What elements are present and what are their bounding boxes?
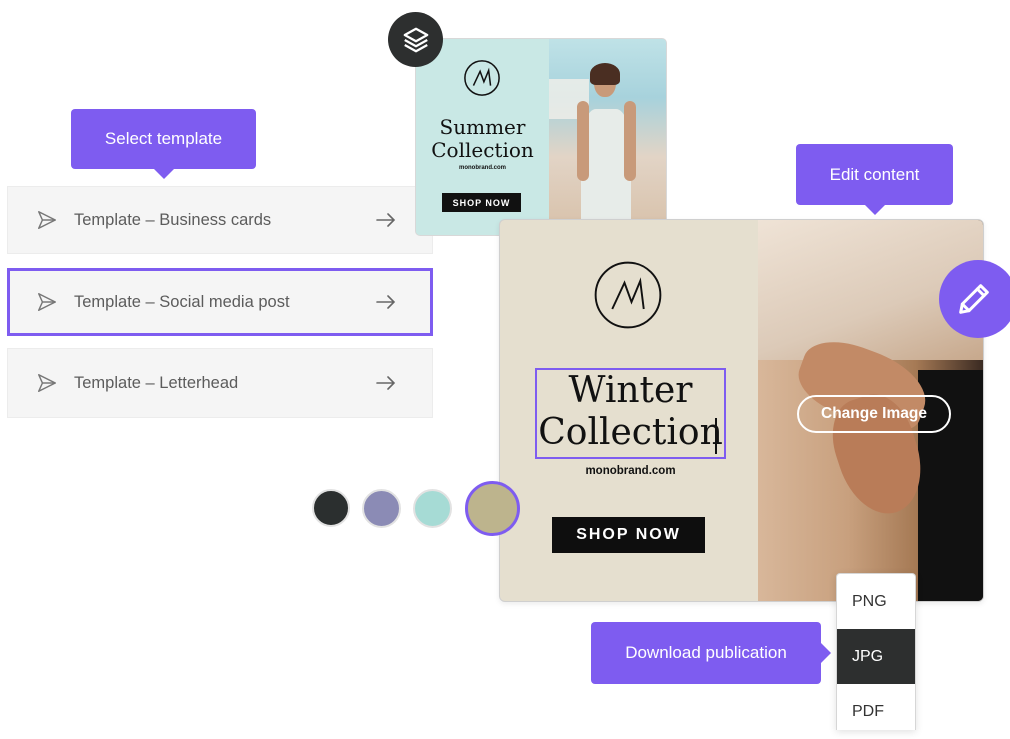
summer-title-line2: Collection <box>431 138 534 162</box>
select-template-text: Select template <box>104 129 223 148</box>
download-publication-text: Download publication <box>625 643 787 662</box>
summer-model-photo <box>549 39 666 235</box>
winter-title-line2: Collection <box>538 412 723 453</box>
summer-shop-now-button[interactable]: SHOP NOW <box>442 193 521 212</box>
color-swatch-mint[interactable] <box>413 489 452 528</box>
download-format-menu: PNG JPG PDF <box>836 573 916 730</box>
send-icon <box>38 374 56 392</box>
summer-title-line1: Summer <box>439 115 526 139</box>
color-swatch-charcoal[interactable] <box>312 489 350 527</box>
arrow-right-icon <box>376 213 396 227</box>
summer-collection-card[interactable]: Summer Collection monobrand.com SHOP NOW <box>415 38 667 236</box>
edit-badge[interactable] <box>939 260 1010 338</box>
brand-logo-icon <box>594 261 662 329</box>
winter-collection-card[interactable]: Winter Collection monobrand.com SHOP NOW… <box>499 219 984 602</box>
layers-icon <box>403 27 428 52</box>
color-swatch-sand[interactable] <box>465 481 520 536</box>
color-swatch-lavender[interactable] <box>362 489 401 528</box>
template-item-social-media-post[interactable]: Template – Social media post <box>7 268 433 336</box>
arrow-right-icon <box>376 376 396 390</box>
winter-title-line1: Winter <box>568 370 693 411</box>
change-image-button[interactable]: Change Image <box>797 395 951 433</box>
summer-card-text-panel: Summer Collection monobrand.com SHOP NOW <box>416 39 549 235</box>
summer-domain: monobrand.com <box>458 165 506 171</box>
send-icon <box>38 293 56 311</box>
brand-logo-icon <box>464 60 500 96</box>
winter-domain: monobrand.com <box>585 465 676 477</box>
template-item-business-cards[interactable]: Template – Business cards <box>7 186 433 254</box>
template-label: Template – Social media post <box>74 292 290 311</box>
format-option-jpg[interactable]: JPG <box>837 629 915 684</box>
template-label: Template – Business cards <box>74 210 272 229</box>
pencil-icon <box>959 284 989 314</box>
edit-content-tooltip: Edit content <box>796 144 953 215</box>
text-cursor <box>715 418 717 454</box>
download-publication-tooltip: Download publication <box>591 622 831 684</box>
select-template-tooltip: Select template <box>71 109 256 179</box>
layers-badge[interactable] <box>388 12 443 67</box>
send-icon <box>38 211 56 229</box>
template-item-letterhead[interactable]: Template – Letterhead <box>7 348 433 418</box>
template-label: Template – Letterhead <box>74 373 239 392</box>
format-option-pdf[interactable]: PDF <box>837 684 915 739</box>
winter-shop-now-button[interactable]: SHOP NOW <box>552 517 705 553</box>
format-option-png[interactable]: PNG <box>837 574 915 629</box>
edit-content-text: Edit content <box>829 164 920 184</box>
arrow-right-icon <box>376 295 396 309</box>
